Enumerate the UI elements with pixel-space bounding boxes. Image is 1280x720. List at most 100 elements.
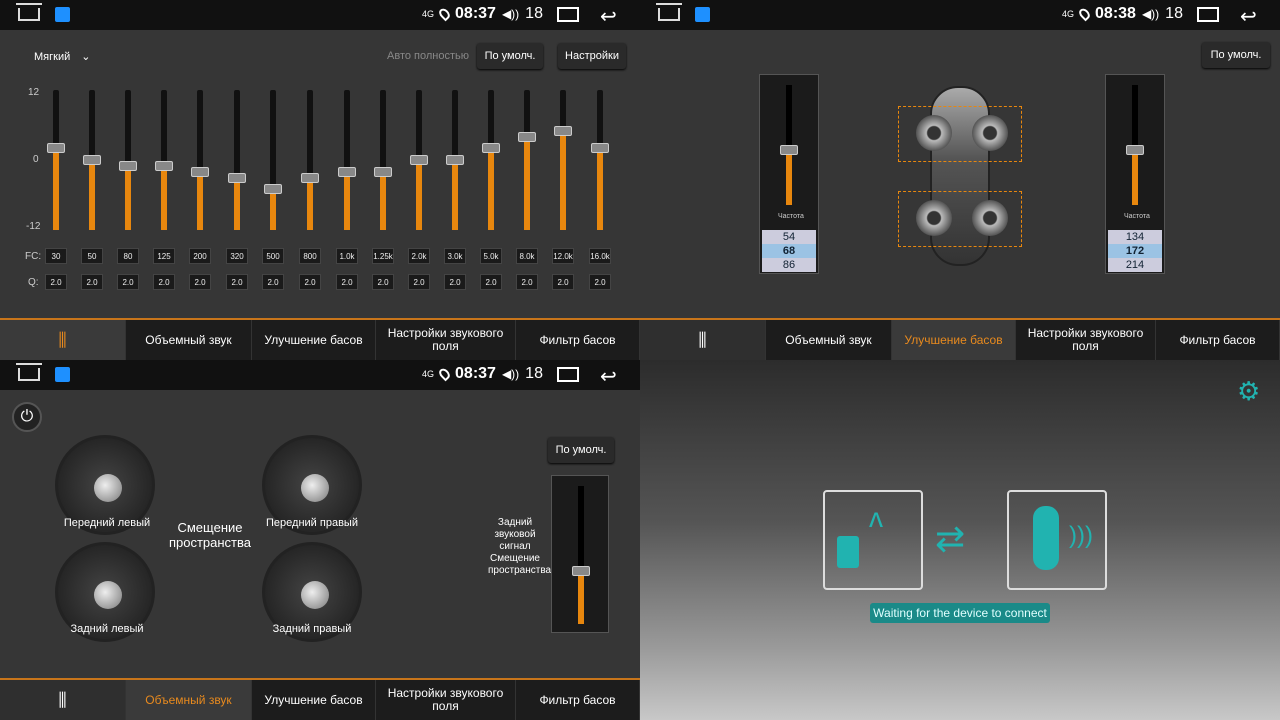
eq-slider-10[interactable]	[410, 90, 428, 230]
fc-box-2[interactable]: 80	[117, 248, 139, 264]
recent-apps-icon[interactable]	[557, 7, 579, 22]
home-icon[interactable]	[16, 363, 42, 381]
q-box-10[interactable]: 2.0	[408, 274, 430, 290]
q-box-8[interactable]: 2.0	[336, 274, 358, 290]
q-box-15[interactable]: 2.0	[589, 274, 611, 290]
q-box-2[interactable]: 2.0	[117, 274, 139, 290]
eq-slider-8[interactable]	[338, 90, 356, 230]
tab-equalizer[interactable]: ⫼	[0, 320, 126, 360]
q-box-13[interactable]: 2.0	[516, 274, 538, 290]
eq-knob-0[interactable]	[47, 143, 65, 154]
eq-slider-0[interactable]	[47, 90, 65, 230]
eq-knob-9[interactable]	[374, 166, 392, 177]
eq-slider-7[interactable]	[301, 90, 319, 230]
fc-box-14[interactable]: 12.0k	[552, 248, 574, 264]
default-button[interactable]: По умолч.	[477, 43, 543, 69]
eq-slider-11[interactable]	[446, 90, 464, 230]
tab-bass-filter[interactable]: Фильтр басов	[516, 680, 640, 720]
eq-knob-1[interactable]	[83, 155, 101, 165]
fc-box-0[interactable]: 30	[45, 248, 67, 264]
app-icon[interactable]	[695, 7, 710, 22]
q-box-11[interactable]: 2.0	[444, 274, 466, 290]
left-freq-picker[interactable]: 54 68 86	[762, 230, 816, 272]
preset-select[interactable]: Мягкий ⌄	[34, 50, 91, 63]
q-box-5[interactable]: 2.0	[226, 274, 248, 290]
tab-sound-field[interactable]: Настройки звукового поля	[1016, 320, 1156, 360]
eq-slider-3[interactable]	[155, 90, 173, 230]
q-box-0[interactable]: 2.0	[45, 274, 67, 290]
eq-knob-12[interactable]	[482, 143, 500, 154]
tab-bass-boost[interactable]: Улучшение басов	[252, 320, 376, 360]
right-freq-knob[interactable]	[1126, 145, 1144, 155]
eq-slider-4[interactable]	[191, 90, 209, 230]
power-icon[interactable]: ⏻	[12, 402, 42, 432]
eq-knob-2[interactable]	[119, 160, 137, 171]
knob-rear-left[interactable]	[94, 581, 122, 609]
eq-slider-14[interactable]	[554, 90, 572, 230]
app-icon[interactable]	[55, 367, 70, 382]
back-icon[interactable]: ↩	[600, 4, 617, 29]
eq-slider-13[interactable]	[518, 90, 536, 230]
eq-knob-7[interactable]	[301, 172, 319, 183]
eq-knob-6[interactable]	[264, 184, 282, 195]
fc-box-13[interactable]: 8.0k	[516, 248, 538, 264]
tab-bass-boost[interactable]: Улучшение басов	[892, 320, 1016, 360]
eq-knob-3[interactable]	[155, 160, 173, 171]
default-button[interactable]: По умолч.	[548, 437, 614, 463]
home-icon[interactable]	[656, 3, 682, 21]
eq-slider-12[interactable]	[482, 90, 500, 230]
knob-front-right[interactable]	[301, 474, 329, 502]
tab-surround[interactable]: Объемный звук	[126, 320, 252, 360]
sub-offset-knob[interactable]	[572, 566, 590, 576]
tab-equalizer[interactable]: ⫼	[640, 320, 766, 360]
eq-knob-5[interactable]	[228, 172, 246, 183]
q-box-9[interactable]: 2.0	[372, 274, 394, 290]
tab-equalizer[interactable]: ⫼	[0, 680, 126, 720]
q-box-7[interactable]: 2.0	[299, 274, 321, 290]
sub-offset-track[interactable]	[572, 486, 590, 624]
eq-knob-10[interactable]	[410, 155, 428, 165]
home-icon[interactable]	[16, 3, 42, 21]
tab-bass-filter[interactable]: Фильтр басов	[1156, 320, 1280, 360]
tab-surround[interactable]: Объемный звук	[766, 320, 892, 360]
fc-box-7[interactable]: 800	[299, 248, 321, 264]
fc-box-6[interactable]: 500	[262, 248, 284, 264]
q-box-6[interactable]: 2.0	[262, 274, 284, 290]
q-box-1[interactable]: 2.0	[81, 274, 103, 290]
fc-box-8[interactable]: 1.0k	[336, 248, 358, 264]
fc-box-9[interactable]: 1.25k	[372, 248, 394, 264]
q-box-14[interactable]: 2.0	[552, 274, 574, 290]
recent-apps-icon[interactable]	[557, 367, 579, 382]
left-freq-track[interactable]	[780, 85, 798, 205]
fc-box-10[interactable]: 2.0k	[408, 248, 430, 264]
eq-slider-5[interactable]	[228, 90, 246, 230]
q-box-4[interactable]: 2.0	[189, 274, 211, 290]
default-button[interactable]: По умолч.	[1202, 42, 1270, 68]
eq-slider-1[interactable]	[83, 90, 101, 230]
back-icon[interactable]: ↩	[600, 364, 617, 389]
eq-knob-13[interactable]	[518, 131, 536, 142]
back-icon[interactable]: ↩	[1240, 4, 1257, 29]
fc-box-3[interactable]: 125	[153, 248, 175, 264]
gear-icon[interactable]: ⚙	[1237, 376, 1260, 407]
knob-rear-right[interactable]	[301, 581, 329, 609]
eq-knob-11[interactable]	[446, 155, 464, 165]
recent-apps-icon[interactable]	[1197, 7, 1219, 22]
auto-toggle[interactable]: Авто полностью	[387, 50, 469, 62]
left-freq-knob[interactable]	[780, 145, 798, 155]
tab-bass-boost[interactable]: Улучшение басов	[252, 680, 376, 720]
eq-knob-15[interactable]	[591, 143, 609, 154]
right-freq-track[interactable]	[1126, 85, 1144, 205]
knob-front-left[interactable]	[94, 474, 122, 502]
fc-box-12[interactable]: 5.0k	[480, 248, 502, 264]
eq-slider-6[interactable]	[264, 90, 282, 230]
eq-slider-2[interactable]	[119, 90, 137, 230]
tab-sound-field[interactable]: Настройки звукового поля	[376, 320, 516, 360]
fc-box-15[interactable]: 16.0k	[589, 248, 611, 264]
tab-surround[interactable]: Объемный звук	[126, 680, 252, 720]
fc-box-4[interactable]: 200	[189, 248, 211, 264]
right-freq-picker[interactable]: 134 172 214	[1108, 230, 1162, 272]
tab-bass-filter[interactable]: Фильтр басов	[516, 320, 640, 360]
eq-slider-9[interactable]	[374, 90, 392, 230]
eq-knob-4[interactable]	[191, 166, 209, 177]
